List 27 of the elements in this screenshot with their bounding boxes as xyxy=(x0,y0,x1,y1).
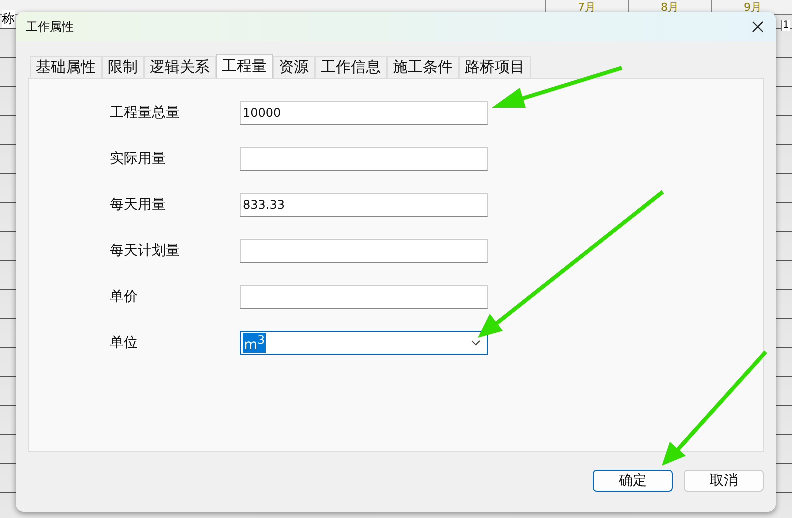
input-field[interactable]: 10000 xyxy=(240,101,488,125)
tab[interactable]: 基础属性 xyxy=(30,56,102,78)
field-label: 工程量总量 xyxy=(110,104,181,122)
input-field[interactable] xyxy=(240,239,488,263)
input-field[interactable] xyxy=(240,147,488,171)
unit-dropdown[interactable]: m$^{3}$ xyxy=(240,331,488,355)
dialog-button[interactable]: 确定 xyxy=(593,470,673,492)
day-header: 1 xyxy=(781,20,790,31)
tab[interactable]: 逻辑关系 xyxy=(144,56,216,78)
field-label: 每天用量 xyxy=(110,196,167,214)
tab[interactable]: 工程量 xyxy=(216,54,273,78)
field-label: 每天计划量 xyxy=(110,242,181,260)
window-title: 工作属性 xyxy=(26,18,74,36)
field-label: 单价 xyxy=(110,288,139,306)
dialog-button[interactable]: 取消 xyxy=(684,470,764,492)
tab[interactable]: 限制 xyxy=(102,56,144,78)
field-label: 单位 xyxy=(110,334,139,352)
tab[interactable]: 施工条件 xyxy=(387,56,459,78)
input-field[interactable] xyxy=(240,285,488,309)
caret-icon xyxy=(471,340,481,346)
tab[interactable]: 资源 xyxy=(273,56,315,78)
tab[interactable]: 路桥项目 xyxy=(459,56,531,78)
column-header: 称 xyxy=(2,10,15,28)
tab[interactable]: 工作信息 xyxy=(315,56,387,78)
field-label: 实际用量 xyxy=(110,150,167,168)
close-icon[interactable] xyxy=(752,21,764,33)
input-field[interactable]: 833.33 xyxy=(240,193,488,217)
